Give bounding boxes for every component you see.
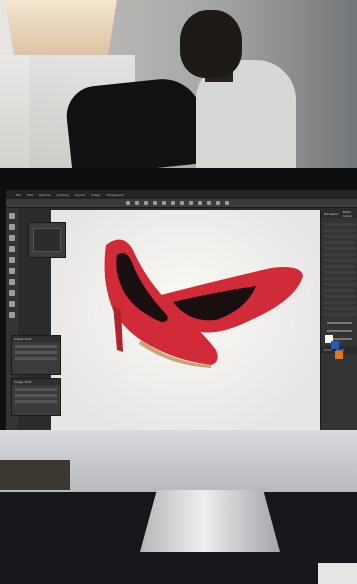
panel-slider[interactable] (15, 400, 57, 403)
editor-screen: File Edit Options Lighting Layout Image … (6, 190, 357, 430)
paper-sheet (318, 563, 357, 584)
menu-item-edit[interactable]: Edit (27, 193, 33, 197)
panel-slider[interactable] (15, 388, 57, 391)
option-icon[interactable] (162, 201, 166, 205)
text-tool-icon[interactable] (9, 290, 15, 296)
menu-item-options[interactable]: Options (39, 193, 51, 197)
option-icon[interactable] (180, 201, 184, 205)
menu-item-file[interactable]: File (16, 193, 21, 197)
shape-tool-icon[interactable] (9, 301, 15, 307)
accent-swatch[interactable] (335, 351, 343, 359)
option-icon[interactable] (153, 201, 157, 205)
tab-navigator[interactable]: Navigator (324, 212, 339, 216)
option-icon[interactable] (216, 201, 220, 205)
histogram-area (324, 221, 355, 316)
desk-item (0, 460, 70, 490)
panel-slider[interactable] (15, 345, 57, 348)
black-umbrella (63, 75, 208, 177)
option-icon[interactable] (225, 201, 229, 205)
panel-title: Image Tools (12, 379, 60, 385)
lamp-shade (5, 0, 117, 55)
person-head (180, 10, 242, 78)
select-tool-icon[interactable] (9, 224, 15, 230)
menu-item-lighting[interactable]: Lighting (56, 193, 68, 197)
image-tools-panel[interactable]: Image Tools (11, 378, 61, 416)
menu-item-transparent[interactable]: Transparent (106, 193, 124, 197)
menu-bar: File Edit Options Lighting Layout Image … (6, 190, 357, 199)
option-icon[interactable] (171, 201, 175, 205)
option-icon[interactable] (144, 201, 148, 205)
photo-scene: File Edit Options Lighting Layout Image … (0, 0, 357, 584)
eraser-tool-icon[interactable] (9, 268, 15, 274)
clone-tool-icon[interactable] (9, 279, 15, 285)
option-icon[interactable] (126, 201, 130, 205)
tab-batch-action[interactable]: Batch Action (343, 210, 357, 218)
mini-navigator-panel[interactable] (28, 222, 66, 258)
red-heels-photo (104, 239, 303, 368)
adjust-slider[interactable] (327, 322, 352, 324)
background-swatch[interactable] (331, 341, 339, 349)
option-icon[interactable] (198, 201, 202, 205)
panel-slider[interactable] (15, 351, 57, 354)
brush-tool-icon[interactable] (9, 257, 15, 263)
crop-tool-icon[interactable] (9, 246, 15, 252)
panel-slider[interactable] (15, 357, 57, 360)
menu-item-image[interactable]: Image (91, 193, 100, 197)
panel-slider[interactable] (15, 394, 57, 397)
panel-title: Adjust Tools (12, 336, 60, 342)
lasso-tool-icon[interactable] (9, 235, 15, 241)
right-panel: Navigator Batch Action Color Layer (320, 210, 357, 430)
adjust-slider[interactable] (327, 330, 352, 332)
option-icon[interactable] (189, 201, 193, 205)
menu-item-layout[interactable]: Layout (75, 193, 85, 197)
option-icon[interactable] (135, 201, 139, 205)
monitor-stand (140, 490, 280, 552)
right-panel-tabs: Navigator Batch Action (321, 210, 357, 218)
adjust-tools-panel[interactable]: Adjust Tools (11, 335, 61, 375)
option-icon[interactable] (207, 201, 211, 205)
navigator-preview (33, 228, 61, 252)
zoom-tool-icon[interactable] (9, 312, 15, 318)
options-bar (6, 199, 357, 208)
move-tool-icon[interactable] (9, 213, 15, 219)
color-swatches[interactable] (325, 335, 355, 375)
